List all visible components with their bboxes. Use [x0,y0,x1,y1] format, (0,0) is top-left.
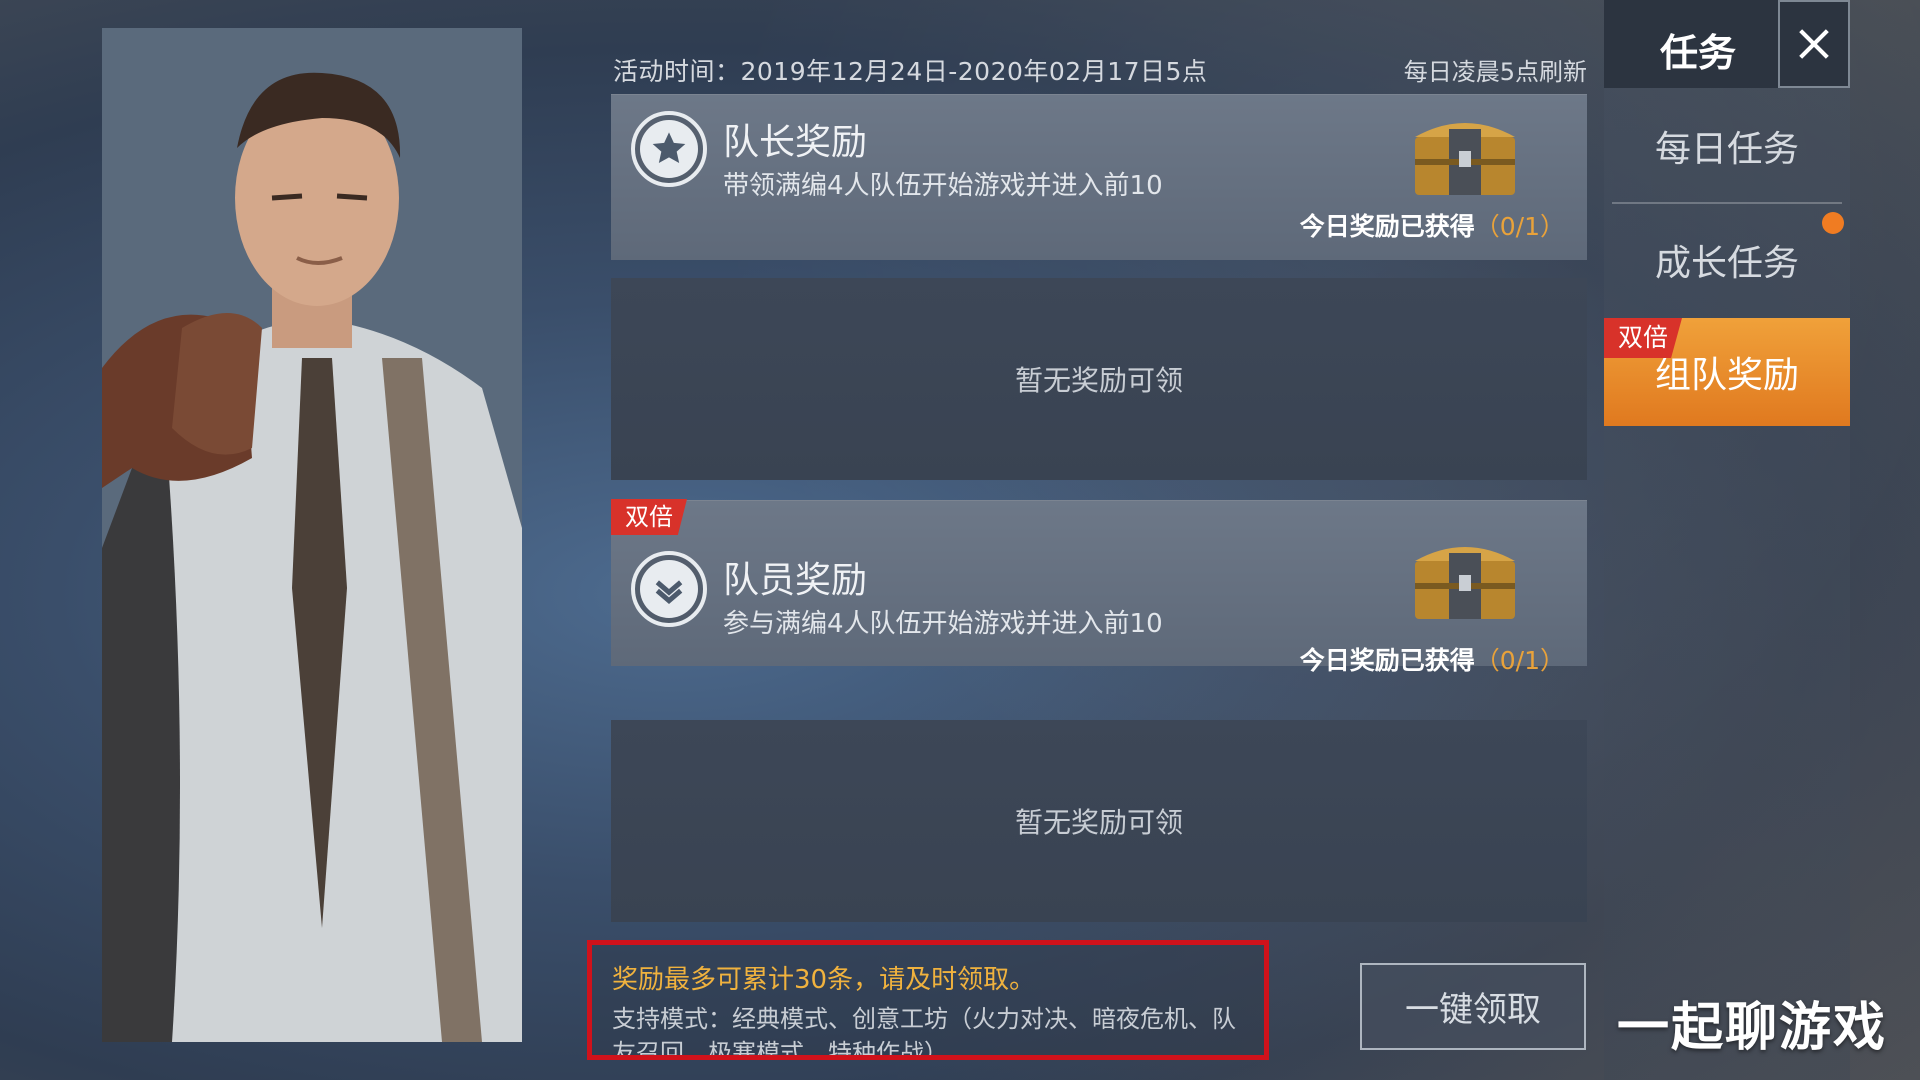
sidebar-divider [1612,202,1842,204]
notice-modes: 支持模式：经典模式、创意工坊（火力对决、暗夜危机、队友召回、极寒模式、特种作战） [612,1005,1236,1060]
obtained-label: 今日奖励已获得 [1299,646,1475,675]
claim-all-button[interactable]: 一键领取 [1360,963,1586,1050]
star-icon [631,111,707,187]
treasure-chest-icon [1409,107,1521,199]
reward-title: 队员奖励 [723,560,868,601]
refresh-note: 每日凌晨5点刷新 [1403,58,1587,86]
close-button[interactable] [1778,0,1850,88]
reward-title: 队长奖励 [723,122,868,163]
obtained-count: （0/1） [1474,212,1565,241]
empty-reward-panel: 暂无奖励可领 [611,278,1587,480]
reward-description: 参与满编4人队伍开始游戏并进入前10 [723,609,1163,639]
watermark-text: 一起聊游戏 [1617,998,1888,1058]
reward-description: 带领满编4人队伍开始游戏并进入前10 [723,171,1163,201]
member-reward-card: 双倍 队员奖励 参与满编4人队伍开始游戏并进入前10 今日奖励已获得（0/1） [611,499,1587,675]
treasure-chest-icon [1409,531,1521,623]
obtained-status: 今日奖励已获得（0/1） [1300,207,1565,243]
double-badge: 双倍 [1604,318,1683,358]
tab-daily-tasks[interactable]: 每日任务 [1604,92,1850,200]
chevron-badge-icon [631,551,707,627]
obtained-label: 今日奖励已获得 [1299,212,1475,241]
empty-reward-panel: 暂无奖励可领 [611,720,1587,922]
obtained-count: （0/1） [1474,646,1565,675]
reward-notice: 奖励最多可累计30条，请及时领取。 支持模式：经典模式、创意工坊（火力对决、暗夜… [587,940,1269,1060]
notification-dot [1822,212,1844,234]
obtained-status: 今日奖励已获得（0/1） [1300,641,1565,677]
sidebar-title: 任务 [1660,31,1737,75]
activity-time: 活动时间：2019年12月24日-2020年02月17日5点 [613,57,1208,86]
notice-limit: 奖励最多可累计30条，请及时领取。 [612,965,1036,995]
double-badge: 双倍 [611,499,687,535]
tab-growth-tasks[interactable]: 成长任务 [1604,206,1850,314]
character-portrait [102,28,522,1042]
captain-reward-card: 队长奖励 带领满编4人队伍开始游戏并进入前10 今日奖励已获得（0/1） [611,94,1587,260]
close-icon [1799,29,1829,59]
